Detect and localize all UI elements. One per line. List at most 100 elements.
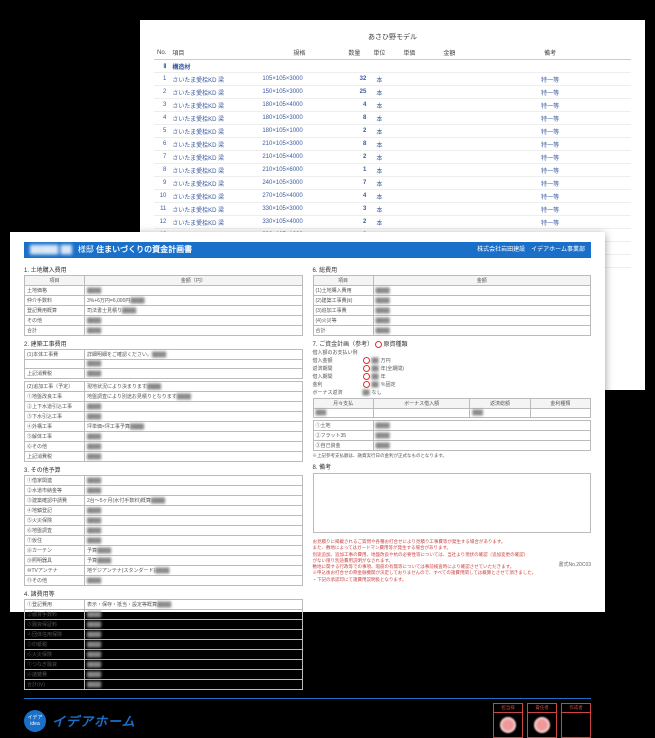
s6-title: 6. 総費用 (313, 265, 592, 274)
loan-line: ボーナス返済██なし (313, 389, 592, 396)
table-row: ⑥火災保険████ (25, 650, 303, 660)
loan-line: 返済期間██年(全期間) (313, 365, 592, 372)
s7-footnote: ※上記参考支払額は、融資実行日の金利が正式なものとなります。 (313, 453, 592, 459)
s8-title: 8. 備考 (313, 462, 592, 471)
company-name: 株式会社岩田建設 イデアホーム事業部 (477, 242, 585, 258)
table-row: (2)建築工事費(Ⅱ)████ (313, 296, 591, 306)
table-row: 5さいたま愛桧KD 梁180×105×10002本特一等 (154, 125, 631, 138)
table-row: ⑦つなぎ融資████ (25, 660, 303, 670)
stamp-row: 担当様責任者作成者 (493, 703, 591, 738)
s7-note: 借入額のお支払い例 (313, 349, 592, 356)
circle-icon (363, 373, 370, 380)
table-row: ⑦仮住████ (25, 536, 303, 546)
table-row: 9さいたま愛桧KD 梁240×105×30007本特一等 (154, 177, 631, 190)
table-row: (1)土地購入費用████ (313, 286, 591, 296)
table-row: ⑤火災保険████ (25, 516, 303, 526)
table-row: ⑪その他████ (25, 576, 303, 586)
table-row: 上記消費税████ (25, 452, 303, 462)
col-amount: 金額 (429, 46, 469, 60)
col-price: 単価 (389, 46, 429, 60)
table-row: (3)追加工事費████ (313, 306, 591, 316)
table-row: ①地盤改良工事地盤調査により別途お見積りとなります████ (25, 392, 303, 402)
col-note: 備考 (469, 46, 631, 60)
table-row: ③自己資金████ (313, 441, 591, 451)
table-row: その他████ (25, 316, 303, 326)
table-row: ③建築確認中請費2台～5ヶ月(水付手数料)概算████ (25, 496, 303, 506)
table-row: (1)本体工事費詳細明細をご確認ください。████ (25, 350, 303, 360)
fine-print: お見積りに掲載されるご質問や各種お打合せにより見積り工事費等が発生する場合があり… (313, 539, 592, 583)
col-no: No. (154, 46, 169, 60)
back-title: あさひ野モデル (154, 32, 631, 42)
table-row: 3さいたま愛桧KD 梁180×105×40004本特一等 (154, 99, 631, 112)
table-row: 1さいたま愛桧KD 梁105×105×300032本特一等 (154, 73, 631, 86)
col-spec: 規格 (259, 46, 339, 60)
loan-line: 借入金額██万円 (313, 357, 592, 364)
circle-icon (363, 365, 370, 372)
table-row: ①登記費用表示・保存・抵当・設定等概算████ (25, 600, 303, 610)
table-row: 合計████ (313, 326, 591, 336)
table-row: 7さいたま愛桧KD 梁210×105×40002本特一等 (154, 151, 631, 164)
document-number: 書式No.20C03 (558, 561, 591, 568)
circle-icon (363, 381, 370, 388)
table-row: ④外構工事坪単価×坪工事予算████ (25, 422, 303, 432)
s4-table: ①登記費用表示・保存・抵当・設定等概算████②融資手数料████③融資保証料█… (24, 599, 303, 690)
table-row: (2)追加工事（予定）現地状況により決まります████ (25, 382, 303, 392)
s6-table: 項目金額 (1)土地購入費用████(2)建築工事費(Ⅱ)████(3)追加工事… (313, 275, 592, 336)
table-row: 12さいたま愛桧KD 梁330×105×40002本特一等 (154, 216, 631, 229)
funding-plan-sheet: █████ ██ 様邸 住まいづくりの資金計画書 株式会社岩田建設 イデアホーム… (10, 232, 605, 612)
table-row: ①借家関連████ (25, 476, 303, 486)
table-row: ⑩TVアンテナ地デジアンテナ(スタンダード)████ (25, 566, 303, 576)
table-row: ②上下水道引込工事████ (25, 402, 303, 412)
table-row: ⑧諸雑費████ (25, 670, 303, 680)
logo-text: イデアホーム (52, 711, 136, 730)
table-row: ①土地████ (313, 421, 591, 431)
col-unit: 単位 (369, 46, 389, 60)
table-row: ⑤印紙税████ (25, 640, 303, 650)
loan-line: 金利██％固定 (313, 381, 592, 388)
table-row: 11さいたま愛桧KD 梁330×105×30003本特一等 (154, 203, 631, 216)
table-row: 合計(Ⅳ)████ (25, 680, 303, 690)
circle-icon (363, 357, 370, 364)
s2-table: (1)本体工事費詳細明細をご確認ください。████████上記消費税████ (24, 349, 303, 379)
left-column: 1. 土地購入費用 項目金額（円） 土地価格████仲介手数料3%+6万円=6,… (24, 262, 303, 690)
seal-icon (534, 717, 550, 733)
table-row: ③融資保証料████ (25, 620, 303, 630)
table-row: 土地価格████ (25, 286, 303, 296)
s7-title: 7. ご資金計画（参考） 原資種類 (313, 339, 592, 348)
seal-icon (500, 717, 516, 733)
doc-title: 住まいづくりの資金計画書 (96, 242, 192, 258)
s3-table: ①借家関連████②水道市納金等████③建築確認中請費2台～5ヶ月(水付手数料… (24, 475, 303, 586)
table-row: ②水道市納金等████ (25, 486, 303, 496)
loan-line: 借入期間██年 (313, 373, 592, 380)
table-row: 6さいたま愛桧KD 梁210×105×30008本特一等 (154, 138, 631, 151)
customer-name-redacted: █████ ██ (30, 242, 72, 258)
notes-box (313, 473, 592, 533)
col-item: 項目 (169, 46, 259, 60)
section-row: Ⅱ 構造材 (154, 60, 631, 73)
s7-sub: 月々支払 ボーナス借入額 返済総額 金利種類 ██████ (313, 398, 592, 418)
honorific: 様邸 (78, 242, 94, 258)
table-row: 上記消費税████ (25, 369, 303, 379)
table-row: 10さいたま愛桧KD 梁270×105×40004本特一等 (154, 190, 631, 203)
table-row: ②フラット35████ (313, 431, 591, 441)
footer: イデア idea イデアホーム 担当様責任者作成者 (24, 698, 591, 738)
table-row: 合計████ (25, 326, 303, 336)
logo-badge-icon: イデア idea (24, 710, 46, 732)
table-row: ②融資手数料████ (25, 610, 303, 620)
table-row: (4)火災等████ (313, 316, 591, 326)
s1-table: 項目金額（円） 土地価格████仲介手数料3%+6万円=6,000円████登記… (24, 275, 303, 336)
table-row: 4さいたま愛桧KD 梁180×105×30008本特一等 (154, 112, 631, 125)
s4-title: 4. 諸費用等 (24, 589, 303, 598)
table-row: ③下水引込工事████ (25, 412, 303, 422)
table-row: 登記費用概算司法書士見積り████ (25, 306, 303, 316)
table-row: ⑧カーテン予算████ (25, 546, 303, 556)
s3-title: 3. その他予算 (24, 465, 303, 474)
stamp-cell: 作成者 (561, 703, 591, 738)
table-row: ████ (25, 360, 303, 369)
fine-print-line: ・下記の承認印にて諸費用説明扱となります。 (313, 577, 592, 583)
s2-title: 2. 建築工事費用 (24, 339, 303, 348)
stamp-cell: 担当様 (493, 703, 523, 738)
s2b-table: (2)追加工事（予定）現地状況により決まります████①地盤改良工事地盤調査によ… (24, 381, 303, 462)
stamp-cell: 責任者 (527, 703, 557, 738)
col-qty: 数量 (339, 46, 369, 60)
